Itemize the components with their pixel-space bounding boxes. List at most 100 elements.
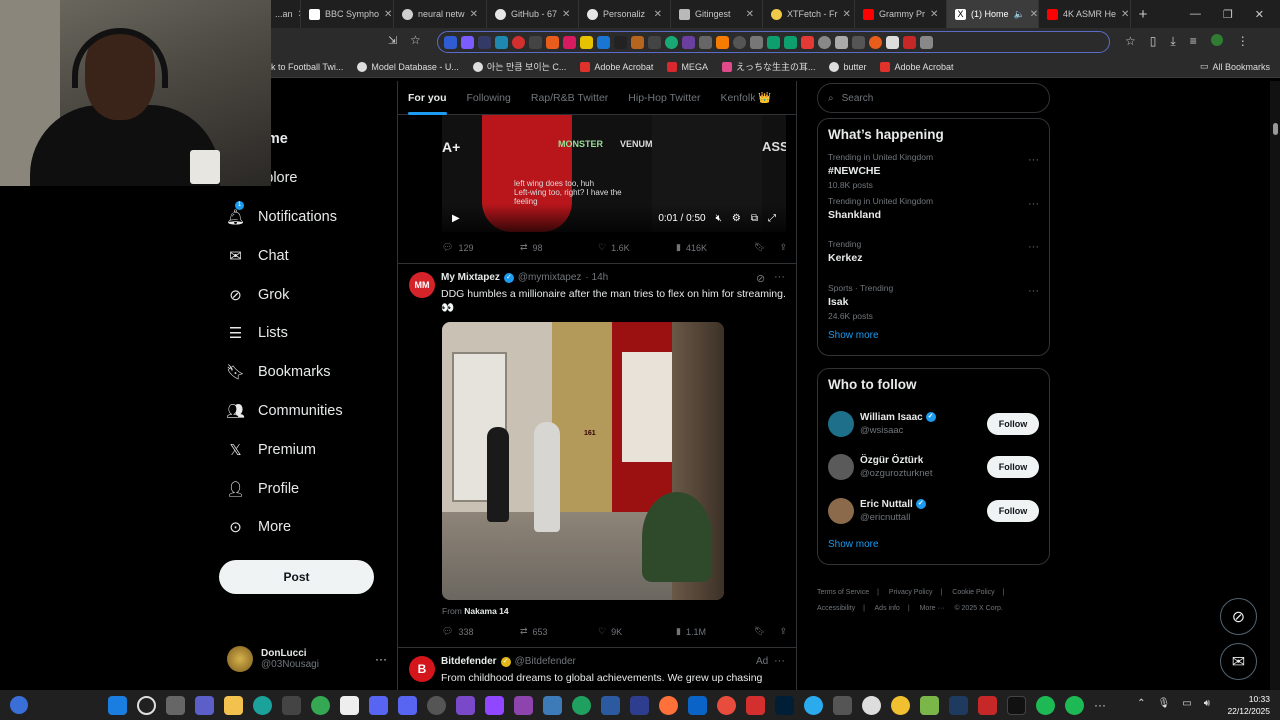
extension-icon[interactable] bbox=[529, 35, 542, 49]
extension-icon[interactable] bbox=[597, 35, 610, 49]
extension-icon[interactable] bbox=[716, 35, 729, 49]
messages-float-button[interactable]: ✉ bbox=[1220, 643, 1257, 680]
close-icon[interactable]: ✕ bbox=[384, 9, 392, 20]
window-close-button[interactable]: ✕ bbox=[1255, 8, 1264, 21]
footer-link[interactable]: More ··· bbox=[920, 605, 945, 612]
post-button[interactable]: Post bbox=[219, 560, 374, 594]
repost-button[interactable]: ⇄ 653 bbox=[520, 626, 598, 637]
menu-icon[interactable]: ⋮ bbox=[1237, 34, 1249, 49]
footer-link[interactable]: Accessibility bbox=[817, 605, 855, 612]
video-player[interactable]: A+ MONSTER VENUM ASS left wing does too,… bbox=[442, 115, 786, 232]
nav-communities[interactable]: 👥︎ Communities bbox=[215, 392, 385, 431]
vscode-icon[interactable] bbox=[601, 695, 620, 715]
app-icon[interactable] bbox=[282, 695, 301, 715]
start-icon[interactable] bbox=[108, 695, 127, 715]
show-more-link[interactable]: Show more bbox=[828, 324, 1039, 347]
app-icon[interactable] bbox=[891, 695, 910, 715]
extension-icon[interactable] bbox=[631, 35, 644, 49]
extension-icon[interactable] bbox=[495, 35, 508, 49]
tab-kenfolk[interactable]: Kenfolk 👑 bbox=[710, 81, 781, 115]
extension-icon[interactable] bbox=[767, 35, 780, 49]
browser-tab[interactable]: Gitingest ✕ bbox=[671, 0, 763, 28]
photoshop-icon[interactable] bbox=[775, 695, 794, 715]
extension-icon[interactable] bbox=[852, 35, 865, 49]
app-icon[interactable] bbox=[862, 695, 881, 715]
speaker-icon[interactable]: 🔈 bbox=[1014, 9, 1025, 20]
bookmark-icon[interactable]: 🔖︎ bbox=[754, 626, 765, 637]
more-dots-icon[interactable]: ··· bbox=[1028, 198, 1039, 210]
extension-icon[interactable] bbox=[546, 35, 559, 49]
extension-icon[interactable] bbox=[818, 35, 831, 49]
extension-icon[interactable] bbox=[733, 35, 746, 49]
extension-icon[interactable] bbox=[563, 35, 576, 49]
tiktok-icon[interactable] bbox=[1007, 695, 1026, 715]
browser-tab[interactable]: BBC Sympho ✕ bbox=[301, 0, 394, 28]
bookmark-item[interactable]: MEGA bbox=[667, 61, 708, 72]
extension-icon[interactable] bbox=[512, 35, 525, 49]
views-button[interactable]: ▮ 416K bbox=[676, 242, 754, 253]
download-icon[interactable]: ⤓ bbox=[1170, 34, 1175, 49]
bookmark-item[interactable]: 아는 만큼 보이는 C... bbox=[472, 60, 566, 73]
discord-icon[interactable] bbox=[398, 695, 417, 715]
obs-icon[interactable] bbox=[427, 695, 446, 715]
close-icon[interactable]: ✕ bbox=[562, 9, 570, 20]
nav-chat[interactable]: ✉ Chat bbox=[215, 236, 385, 275]
chevron-up-icon[interactable]: ⌃ bbox=[1137, 698, 1145, 709]
media-icon[interactable]: ≡ bbox=[1190, 34, 1197, 49]
twitch-icon[interactable] bbox=[485, 695, 504, 715]
footer-link[interactable]: Terms of Service bbox=[817, 589, 869, 596]
follow-button[interactable]: Follow bbox=[987, 412, 1039, 435]
avatar[interactable]: MM bbox=[409, 272, 435, 298]
nav-lists[interactable]: ☰ Lists bbox=[215, 314, 385, 353]
more-apps-icon[interactable]: ··· bbox=[1094, 698, 1106, 712]
share-icon[interactable]: ⇪ bbox=[779, 242, 787, 253]
trend-item[interactable]: Sports · Trending Isak 24.6K posts ··· bbox=[828, 283, 1039, 325]
notepad-icon[interactable] bbox=[340, 695, 359, 715]
extension-icon[interactable] bbox=[478, 35, 491, 49]
follow-button[interactable]: Follow bbox=[987, 456, 1039, 479]
browser-tab[interactable]: Personaliz ✕ bbox=[579, 0, 671, 28]
tweet-author[interactable]: Bitdefender bbox=[441, 656, 497, 667]
tweet-ad[interactable]: B Bitdefender ✓ @Bitdefender Ad ··· From… bbox=[398, 647, 796, 695]
tweet-handle[interactable]: @mymixtapez bbox=[518, 272, 582, 283]
system-clock[interactable]: 10:33 22/12/2025 bbox=[1227, 693, 1270, 717]
nav-grok[interactable]: ⊘ Grok bbox=[215, 275, 385, 314]
more-dots-icon[interactable]: ··· bbox=[1028, 285, 1039, 297]
tweet-handle[interactable]: @Bitdefender bbox=[515, 656, 576, 667]
extension-icon[interactable] bbox=[903, 35, 916, 49]
extension-icon[interactable] bbox=[750, 35, 763, 49]
more-dots-icon[interactable]: ··· bbox=[1028, 241, 1039, 253]
sidepanel-icon[interactable]: ▯ bbox=[1150, 34, 1157, 49]
app-icon[interactable] bbox=[717, 695, 736, 715]
avatar[interactable] bbox=[828, 497, 854, 524]
scrollbar-thumb[interactable] bbox=[1273, 123, 1278, 135]
tweet-media-video[interactable]: 161 bbox=[442, 322, 724, 600]
extension-icon[interactable] bbox=[580, 35, 593, 49]
footer-link[interactable]: Cookie Policy bbox=[952, 589, 994, 596]
photos-icon[interactable] bbox=[543, 695, 562, 715]
extension-icon[interactable] bbox=[682, 35, 695, 49]
spotify-icon[interactable] bbox=[1036, 695, 1055, 715]
nav-bookmarks[interactable]: 🔖︎ Bookmarks bbox=[215, 353, 385, 392]
bookmark-star-icon[interactable]: ☆ bbox=[1125, 34, 1136, 49]
extension-icon[interactable] bbox=[614, 35, 627, 49]
bookmark-item[interactable]: Adobe Acrobat bbox=[880, 61, 954, 72]
app-icon[interactable] bbox=[978, 695, 997, 715]
minimize-button[interactable]: — bbox=[1190, 8, 1201, 21]
spotify-icon[interactable] bbox=[1065, 695, 1084, 715]
nav-profile[interactable]: 👤︎ Profile bbox=[215, 469, 385, 508]
browser-tab[interactable]: neural netw ✕ bbox=[394, 0, 487, 28]
chrome-icon[interactable] bbox=[311, 695, 330, 715]
close-icon[interactable]: ✕ bbox=[746, 9, 754, 20]
tweet-author[interactable]: My Mixtapez bbox=[441, 272, 500, 283]
extension-icon[interactable] bbox=[461, 35, 474, 49]
discord-icon[interactable] bbox=[369, 695, 388, 715]
account-switcher[interactable]: DonLucci @03Nousagi ··· bbox=[227, 644, 387, 674]
follow-suggestion[interactable]: Eric Nuttall ✓ @ericnuttall Follow bbox=[828, 489, 1039, 533]
browser-tab[interactable]: 4K ASMR He ✕ bbox=[1039, 0, 1131, 28]
telegram-icon[interactable] bbox=[804, 695, 823, 715]
reply-button[interactable]: 💬︎ 338 bbox=[442, 626, 520, 637]
follow-button[interactable]: Follow bbox=[987, 499, 1039, 522]
footer-link[interactable]: Ads info bbox=[875, 605, 900, 612]
install-app-icon[interactable]: ⇲ bbox=[388, 34, 397, 47]
